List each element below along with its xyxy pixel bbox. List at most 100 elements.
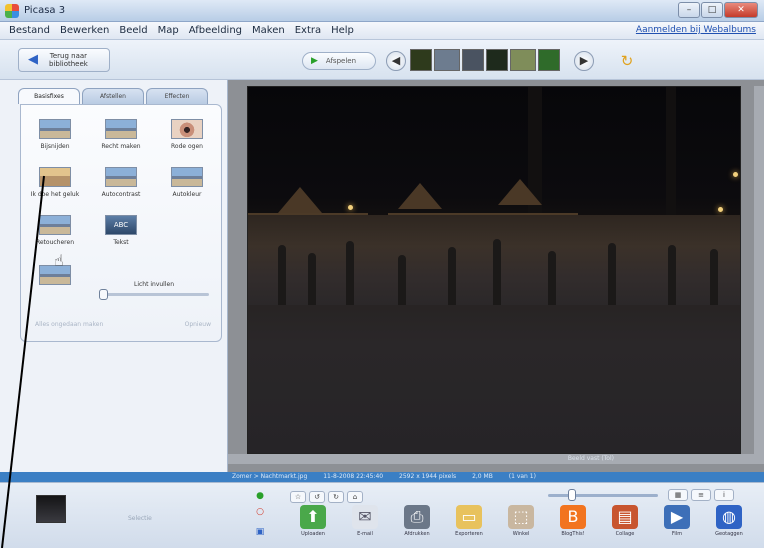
main-photo[interactable]	[247, 86, 741, 454]
folder-icon: ▭	[456, 505, 482, 529]
fill-light-slider-row: Licht invullen	[99, 281, 209, 300]
filmstrip	[410, 49, 560, 73]
sign-in-webalbums-link[interactable]: Aanmelden bij Webalbums	[636, 25, 756, 35]
hold-icon[interactable]: ●	[254, 491, 266, 501]
straighten-tool[interactable]: Recht maken	[91, 119, 151, 150]
photo-tree	[528, 87, 542, 227]
back-to-library-button[interactable]: ◀ Terug naar bibliotheek	[18, 48, 110, 72]
thumbnail-size-slider[interactable]	[548, 489, 658, 501]
straighten-icon	[105, 119, 137, 139]
tab-effecten[interactable]: Effecten	[146, 88, 208, 104]
red-eye-tool[interactable]: Rode ogen	[157, 119, 217, 150]
undo-all-button[interactable]: Alles ongedaan maken	[35, 321, 103, 328]
previous-photo-button[interactable]: ◀	[386, 51, 406, 71]
play-label: Afspelen	[325, 57, 357, 65]
tab-basisfixes[interactable]: Basisfixes	[18, 88, 80, 104]
print-button[interactable]: ⎙ Afdrukken	[396, 505, 438, 537]
status-filename: Zomer > Nachtmarkt.jpg	[232, 473, 308, 480]
text-icon: ABC	[105, 215, 137, 235]
retouch-icon	[39, 215, 71, 235]
status-date: 11-8-2008 22:45:40	[323, 473, 384, 480]
rotate-right-button[interactable]: ↻	[328, 491, 344, 503]
minimize-button[interactable]: –	[678, 2, 700, 18]
filmstrip-thumb[interactable]	[434, 49, 460, 71]
menu-help[interactable]: Help	[326, 25, 359, 36]
status-dimensions: 2592 x 1944 pixels	[399, 473, 457, 480]
star-button[interactable]: ☆	[290, 491, 306, 503]
menu-extra[interactable]: Extra	[290, 25, 326, 36]
status-count: (1 van 1)	[508, 473, 536, 480]
export-button[interactable]: ▭ Exporteren	[448, 505, 490, 537]
fill-light-slider-knob[interactable]	[99, 289, 108, 300]
status-bar: Zomer > Nachtmarkt.jpg 11-8-2008 22:45:4…	[0, 472, 764, 482]
shop-icon: ⬚	[508, 505, 534, 529]
upload-icon: ⬆	[300, 505, 326, 529]
toolbar: ◀ Terug naar bibliotheek ▶ Afspelen ◀ ▶ …	[0, 40, 764, 80]
vertical-scrollbar[interactable]	[754, 86, 764, 454]
filmstrip-thumb[interactable]	[410, 49, 432, 71]
window-controls: – □ ✕	[678, 2, 758, 18]
auto-contrast-icon	[105, 167, 137, 187]
view-info-button[interactable]: i	[714, 489, 734, 501]
maximize-button[interactable]: □	[701, 2, 723, 18]
add-to-album-icon[interactable]: ▣	[254, 527, 266, 537]
menu-bar: Bestand Bewerken Beeld Map Afbeelding Ma…	[0, 22, 764, 40]
photo-crowd	[248, 215, 740, 305]
tray-actions: ⬆ Uploaden ✉ E-mail ⎙ Afdrukken ▭ Export…	[292, 505, 750, 537]
text-tool[interactable]: ABC Tekst	[91, 215, 151, 246]
selected-photo-thumbnail[interactable]	[36, 495, 66, 523]
slideshow-play-button[interactable]: ▶ Afspelen	[302, 52, 376, 70]
menu-bewerken[interactable]: Bewerken	[55, 25, 114, 36]
view-grid-button[interactable]: ▦	[668, 489, 688, 501]
movie-button[interactable]: ▶ Film	[656, 505, 698, 537]
tag-button[interactable]: ⌂	[347, 491, 363, 503]
shop-button[interactable]: ⬚ Winkel	[500, 505, 542, 537]
email-icon: ✉	[352, 505, 378, 529]
tools-bottom-row: Alles ongedaan maken Opnieuw	[35, 321, 211, 328]
geotag-button[interactable]: ◍ Geotaggen	[708, 505, 750, 537]
view-list-button[interactable]: ≡	[691, 489, 711, 501]
rotate-left-button[interactable]: ↺	[309, 491, 325, 503]
globe-icon: ◍	[716, 505, 742, 529]
tab-afstellen[interactable]: Afstellen	[82, 88, 144, 104]
menu-afbeelding[interactable]: Afbeelding	[184, 25, 247, 36]
selection-label: Selectie	[128, 515, 152, 522]
close-button[interactable]: ✕	[724, 2, 758, 18]
rotate-icon[interactable]: ↻	[616, 50, 638, 72]
auto-contrast-tool[interactable]: Autocontrast	[91, 167, 151, 198]
upload-button[interactable]: ⬆ Uploaden	[292, 505, 334, 537]
collage-icon: ▤	[612, 505, 638, 529]
feeling-lucky-icon	[39, 167, 71, 187]
thumbnail-size-knob[interactable]	[568, 489, 576, 501]
redo-button[interactable]: Opnieuw	[185, 321, 211, 328]
filmstrip-thumb[interactable]	[538, 49, 560, 71]
filmstrip-thumb[interactable]	[510, 49, 536, 71]
blogthis-button[interactable]: B BlogThis!	[552, 505, 594, 537]
photo-tent	[498, 179, 542, 205]
collage-button[interactable]: ▤ Collage	[604, 505, 646, 537]
crop-icon	[39, 119, 71, 139]
photo-tray: Selectie ● ○ ▣ ☆ ↺ ↻ ⌂ ▦ ≡ i ⬆ Uploaden …	[0, 482, 764, 548]
feeling-lucky-tool[interactable]: Ik doe het geluk	[25, 167, 85, 198]
email-button[interactable]: ✉ E-mail	[344, 505, 386, 537]
filmstrip-thumb[interactable]	[462, 49, 484, 71]
next-photo-button[interactable]: ▶	[574, 51, 594, 71]
printer-icon: ⎙	[404, 505, 430, 529]
auto-color-icon	[171, 167, 203, 187]
crop-tool[interactable]: Bijsnijden	[25, 119, 85, 150]
play-icon: ▶	[311, 56, 318, 66]
menu-beeld[interactable]: Beeld	[114, 25, 152, 36]
menu-bestand[interactable]: Bestand	[4, 25, 55, 36]
horizontal-scrollbar[interactable]	[228, 454, 764, 464]
menu-maken[interactable]: Maken	[247, 25, 290, 36]
edit-panel: Basisfixes Afstellen Effecten Bijsnijden…	[0, 80, 228, 472]
retouch-tool[interactable]: Retoucheren	[25, 215, 85, 246]
filmstrip-thumb[interactable]	[486, 49, 508, 71]
basic-fixes-box: Bijsnijden Recht maken Rode ogen Ik doe …	[20, 104, 222, 342]
fill-light-slider[interactable]	[99, 289, 209, 300]
auto-color-tool[interactable]: Autokleur	[157, 167, 217, 198]
menu-map[interactable]: Map	[153, 25, 184, 36]
title-bar: Picasa 3 – □ ✕	[0, 0, 764, 22]
clear-icon[interactable]: ○	[254, 507, 266, 517]
picasa-logo-icon	[5, 4, 19, 18]
